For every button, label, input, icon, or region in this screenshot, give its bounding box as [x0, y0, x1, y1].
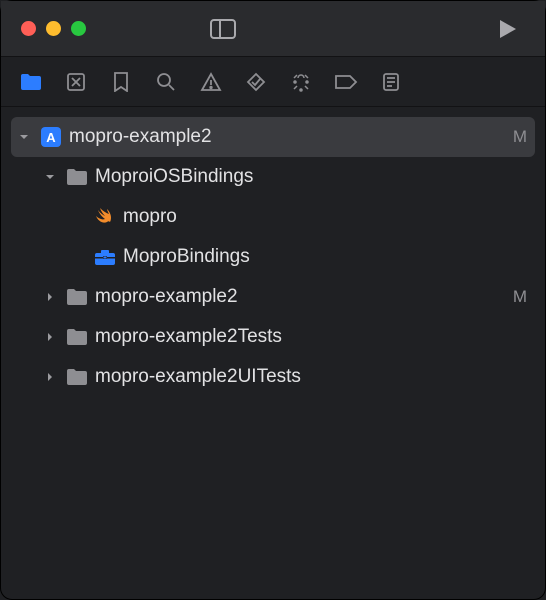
- tree-file[interactable]: · mopro: [11, 197, 535, 237]
- traffic-lights: [21, 21, 86, 36]
- chevron-right-icon[interactable]: [41, 371, 59, 383]
- navigator-tabs: [1, 57, 545, 107]
- folder-label: MoproiOSBindings: [95, 166, 527, 188]
- tree-project-root[interactable]: A mopro-example2 M: [11, 117, 535, 157]
- folder-label: mopro-example2UITests: [95, 366, 527, 388]
- tree-folder[interactable]: mopro-example2 M: [11, 277, 535, 317]
- chevron-right-icon[interactable]: [41, 291, 59, 303]
- toolbox-icon: [93, 245, 117, 269]
- report-navigator-icon[interactable]: [379, 70, 403, 94]
- chevron-down-icon[interactable]: [15, 131, 33, 143]
- file-label: MoproBindings: [123, 246, 527, 268]
- issue-navigator-icon[interactable]: [199, 70, 223, 94]
- svg-text:A: A: [46, 130, 56, 145]
- folder-icon: [65, 365, 89, 389]
- chevron-right-icon[interactable]: [41, 331, 59, 343]
- swift-icon: [93, 205, 117, 229]
- folder-icon: [65, 285, 89, 309]
- scm-status-badge: M: [505, 127, 527, 147]
- folder-icon: [65, 325, 89, 349]
- folder-label: mopro-example2: [95, 286, 499, 308]
- tree-folder[interactable]: MoproiOSBindings: [11, 157, 535, 197]
- tree-folder[interactable]: mopro-example2UITests: [11, 357, 535, 397]
- breakpoint-navigator-icon[interactable]: [334, 70, 358, 94]
- find-navigator-icon[interactable]: [154, 70, 178, 94]
- chevron-down-icon[interactable]: [41, 171, 59, 183]
- tree-file[interactable]: · MoproBindings: [11, 237, 535, 277]
- project-name-label: mopro-example2: [69, 126, 499, 148]
- minimize-button[interactable]: [46, 21, 61, 36]
- source-control-navigator-icon[interactable]: [64, 70, 88, 94]
- app-icon: A: [39, 125, 63, 149]
- close-button[interactable]: [21, 21, 36, 36]
- zoom-button[interactable]: [71, 21, 86, 36]
- titlebar: [1, 1, 545, 57]
- folder-label: mopro-example2Tests: [95, 326, 527, 348]
- scm-status-badge: M: [505, 287, 527, 307]
- debug-navigator-icon[interactable]: [289, 70, 313, 94]
- file-label: mopro: [123, 206, 527, 228]
- folder-icon: [65, 165, 89, 189]
- project-navigator-icon[interactable]: [19, 70, 43, 94]
- test-navigator-icon[interactable]: [244, 70, 268, 94]
- project-tree: A mopro-example2 M MoproiOSBindings · mo…: [1, 107, 545, 407]
- bookmark-navigator-icon[interactable]: [109, 70, 133, 94]
- sidebar-toggle-icon[interactable]: [206, 12, 240, 46]
- run-button[interactable]: [491, 12, 525, 46]
- tree-folder[interactable]: mopro-example2Tests: [11, 317, 535, 357]
